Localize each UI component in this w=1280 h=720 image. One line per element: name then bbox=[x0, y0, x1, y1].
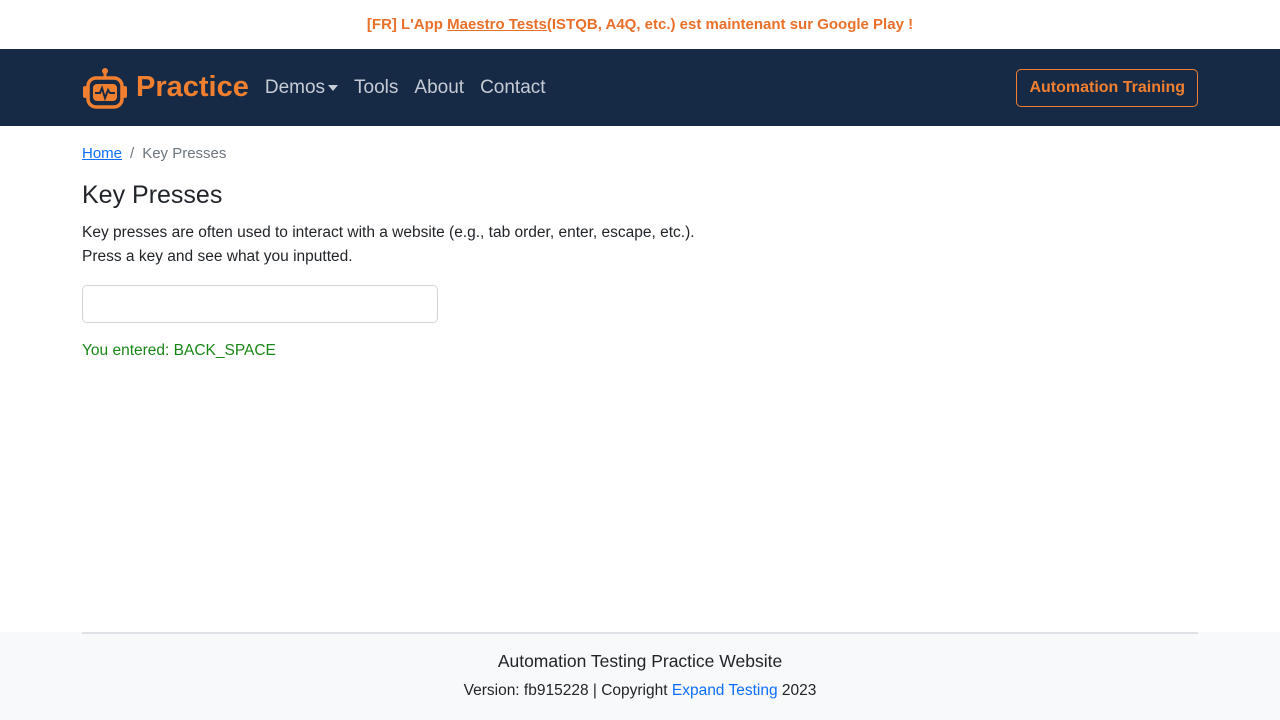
footer-version: Version: fb915228 | Copyright bbox=[463, 682, 672, 699]
breadcrumb: Home / Key Presses bbox=[82, 145, 1198, 162]
footer: Automation Testing Practice Website Vers… bbox=[0, 632, 1280, 720]
robot-logo-icon bbox=[83, 67, 127, 109]
nav-demos-dropdown[interactable]: Demos bbox=[264, 76, 339, 99]
nav-links: Demos Tools About Contact bbox=[265, 77, 546, 99]
brand-link[interactable]: Practice bbox=[82, 67, 249, 109]
description-line-1: Key presses are often used to interact w… bbox=[82, 224, 695, 241]
nav-demos-label: Demos bbox=[264, 76, 326, 98]
footer-title: Automation Testing Practice Website bbox=[497, 651, 783, 671]
breadcrumb-current: Key Presses bbox=[142, 145, 227, 162]
key-press-input[interactable] bbox=[82, 285, 438, 323]
footer-company-link[interactable]: Expand Testing bbox=[672, 682, 778, 699]
description-line-2: Press a key and see what you inputted. bbox=[82, 248, 353, 265]
nav-about[interactable]: About bbox=[414, 77, 464, 99]
key-press-result: You entered: BACK_SPACE bbox=[82, 342, 276, 359]
footer-year: 2023 bbox=[777, 682, 817, 699]
nav-tools[interactable]: Tools bbox=[354, 77, 398, 99]
banner-suffix: (ISTQB, A4Q, etc.) est maintenant sur Go… bbox=[546, 16, 914, 33]
chevron-down-icon bbox=[328, 84, 339, 91]
footer-divider bbox=[82, 632, 1198, 634]
footer-meta: Version: fb915228 | Copyright Expand Tes… bbox=[0, 682, 1280, 700]
automation-training-button[interactable]: Automation Training bbox=[1016, 68, 1198, 107]
announcement-banner: [FR] L'App Maestro Tests (ISTQB, A4Q, et… bbox=[0, 0, 1280, 49]
navbar: Practice Demos Tools About Contact Autom… bbox=[0, 49, 1280, 126]
banner-prefix: [FR] L'App bbox=[366, 16, 443, 33]
main-content: Home / Key Presses Key Presses Key press… bbox=[0, 145, 1280, 360]
nav-contact[interactable]: Contact bbox=[480, 77, 545, 99]
banner-link[interactable]: Maestro Tests bbox=[447, 16, 547, 33]
page-description: Key presses are often used to interact w… bbox=[82, 221, 1198, 269]
page-title: Key Presses bbox=[82, 181, 223, 209]
breadcrumb-separator: / bbox=[130, 145, 135, 162]
brand-name: Practice bbox=[136, 71, 249, 103]
breadcrumb-home[interactable]: Home bbox=[82, 145, 122, 162]
